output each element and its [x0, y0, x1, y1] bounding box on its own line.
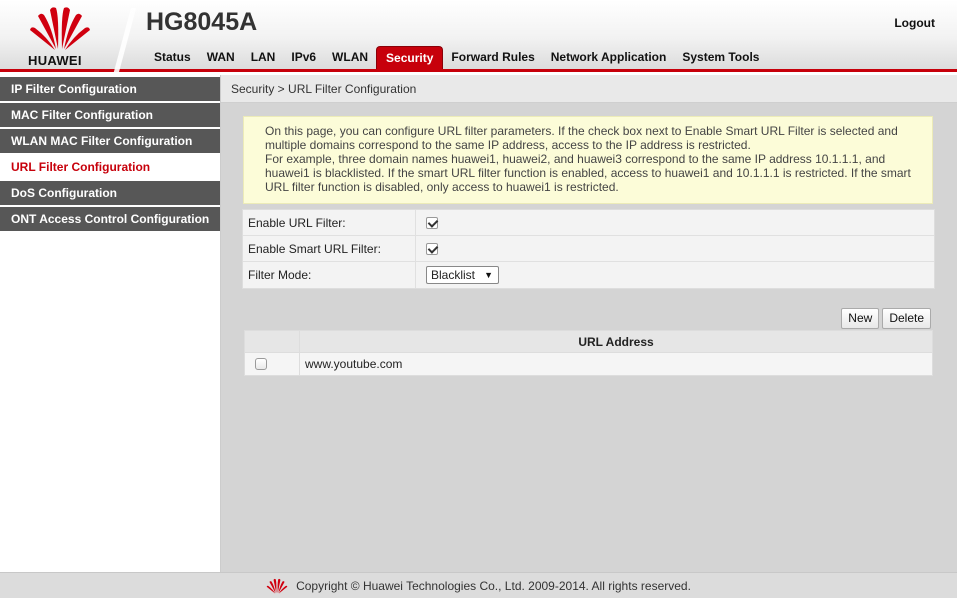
- sidebar-item-mac-filter[interactable]: MAC Filter Configuration: [0, 103, 220, 127]
- huawei-logo-icon: [266, 578, 288, 594]
- nav-ipv6[interactable]: IPv6: [283, 46, 324, 69]
- row-url: www.youtube.com: [305, 357, 403, 371]
- device-model: HG8045A: [146, 8, 258, 36]
- copyright-text: Copyright © Huawei Technologies Co., Ltd…: [296, 578, 691, 593]
- logout-link[interactable]: Logout: [894, 16, 935, 30]
- enable-url-filter-cell: [416, 210, 934, 235]
- triangle-down-icon: ▼: [484, 270, 493, 280]
- nav-system-tools[interactable]: System Tools: [674, 46, 767, 69]
- sidebar-item-ont-access-control[interactable]: ONT Access Control Configuration: [0, 207, 220, 231]
- brand-text: HUAWEI: [28, 53, 82, 68]
- form-row-enable-smart-url-filter: Enable Smart URL Filter:: [243, 236, 934, 262]
- nav-wlan[interactable]: WLAN: [324, 46, 376, 69]
- nav-network-application[interactable]: Network Application: [543, 46, 675, 69]
- brand-logo: HUAWEI: [18, 6, 104, 68]
- nav-lan[interactable]: LAN: [243, 46, 284, 69]
- filter-mode-cell: Blacklist ▼: [416, 262, 934, 288]
- nav-wan[interactable]: WAN: [199, 46, 243, 69]
- enable-smart-url-filter-label: Enable Smart URL Filter:: [243, 236, 416, 261]
- filter-mode-label: Filter Mode:: [243, 262, 416, 288]
- url-filter-form: Enable URL Filter: Enable Smart URL Filt…: [242, 209, 935, 289]
- nav-status[interactable]: Status: [146, 46, 199, 69]
- column-header-url: URL Address: [578, 335, 654, 349]
- table-header: URL Address: [245, 331, 932, 353]
- table-row[interactable]: www.youtube.com: [245, 353, 932, 375]
- url-table: URL Address www.youtube.com: [244, 330, 933, 376]
- delete-button[interactable]: Delete: [882, 308, 931, 329]
- filter-mode-select[interactable]: Blacklist ▼: [426, 266, 499, 284]
- row-select-checkbox[interactable]: [255, 358, 267, 370]
- info-text-2: For example, three domain names huawei1,…: [265, 152, 911, 194]
- enable-url-filter-label: Enable URL Filter:: [243, 210, 416, 235]
- nav-security[interactable]: Security: [376, 46, 444, 69]
- row-check-cell: [245, 353, 300, 375]
- new-button[interactable]: New: [841, 308, 880, 329]
- sidebar-item-dos[interactable]: DoS Configuration: [0, 181, 220, 205]
- form-row-filter-mode: Filter Mode: Blacklist ▼: [243, 262, 934, 288]
- info-box: On this page, you can configure URL filt…: [243, 116, 933, 204]
- main-nav: Status WAN LAN IPv6 WLAN Security Forwar…: [146, 46, 767, 69]
- enable-smart-url-filter-checkbox[interactable]: [426, 242, 438, 255]
- huawei-logo-icon: [30, 7, 90, 50]
- table-actions: New Delete: [841, 308, 931, 329]
- footer: Copyright © Huawei Technologies Co., Ltd…: [0, 572, 957, 598]
- sidebar-item-wlan-mac-filter[interactable]: WLAN MAC Filter Configuration: [0, 129, 220, 153]
- sidebar-item-ip-filter[interactable]: IP Filter Configuration: [0, 77, 220, 101]
- header: HUAWEI HG8045A Logout Status WAN LAN IPv…: [0, 0, 957, 72]
- header-divider: [110, 8, 140, 72]
- sidebar: IP Filter Configuration MAC Filter Confi…: [0, 75, 221, 572]
- enable-url-filter-checkbox[interactable]: [426, 216, 438, 229]
- info-text-1: On this page, you can configure URL filt…: [265, 124, 898, 152]
- breadcrumb: Security > URL Filter Configuration: [221, 75, 957, 103]
- filter-mode-value: Blacklist: [431, 268, 476, 282]
- sidebar-item-url-filter[interactable]: URL Filter Configuration: [0, 155, 220, 179]
- header-check-cell: [245, 331, 300, 352]
- form-row-enable-url-filter: Enable URL Filter:: [243, 210, 934, 236]
- nav-forward-rules[interactable]: Forward Rules: [443, 46, 542, 69]
- main-content: Security > URL Filter Configuration On t…: [221, 75, 957, 572]
- enable-smart-url-filter-cell: [416, 236, 934, 261]
